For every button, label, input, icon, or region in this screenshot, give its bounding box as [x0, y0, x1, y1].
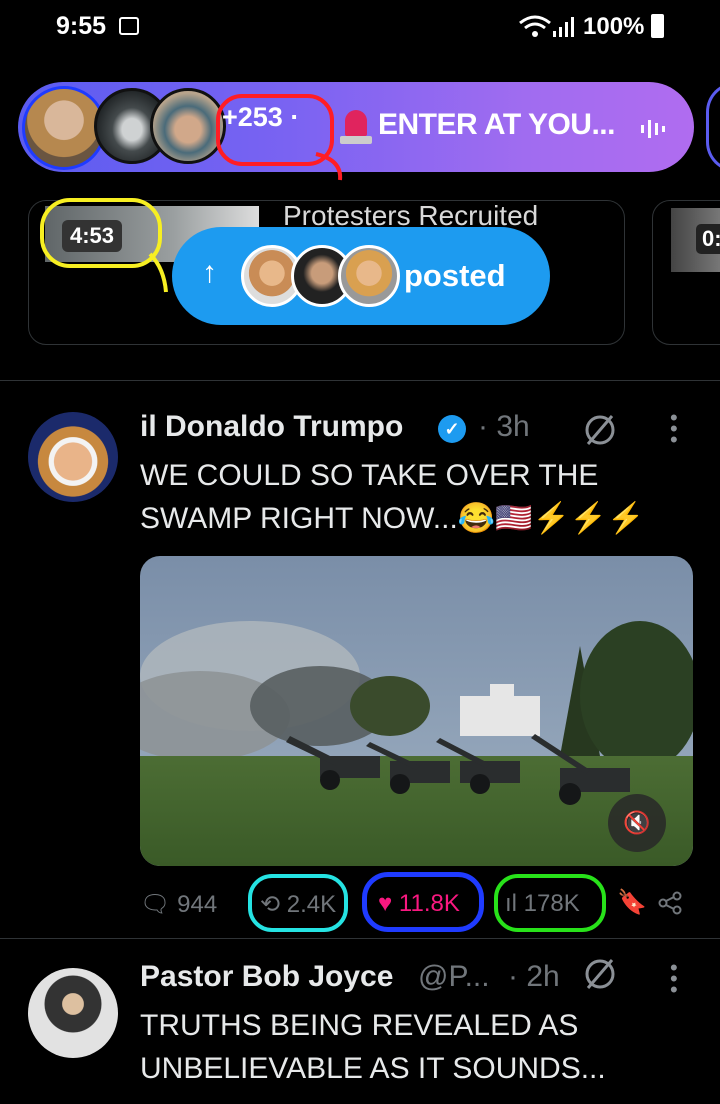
- author-name-2[interactable]: Pastor Bob Joyce: [140, 960, 393, 994]
- duration-annotation: [40, 198, 162, 268]
- tweet-time: · 3h: [478, 410, 530, 443]
- more-options-icon[interactable]: • • •: [670, 407, 678, 451]
- arrow-up-icon: ↑: [202, 256, 217, 289]
- reply-action[interactable]: 🗨 944: [140, 890, 217, 919]
- mute-icon[interactable]: 🔇: [608, 794, 666, 852]
- bookmark-icon[interactable]: 🔖: [617, 888, 647, 917]
- grok-icon-2[interactable]: [582, 956, 618, 992]
- status-time: 9:55: [56, 12, 107, 40]
- red-annotation-tail: [315, 152, 343, 181]
- grok-icon[interactable]: [582, 412, 618, 448]
- status-bar: 9:55 100%: [0, 0, 720, 56]
- share-icon[interactable]: [657, 890, 683, 916]
- author-avatar-2[interactable]: [28, 968, 118, 1058]
- next-space-edge[interactable]: [706, 82, 720, 172]
- siren-icon: [340, 110, 372, 146]
- gallery-icon: [119, 17, 139, 35]
- divider-top: [0, 380, 720, 381]
- repost-annotation: [248, 874, 348, 932]
- verified-badge-icon: ✓: [438, 415, 466, 443]
- wifi-icon: [519, 15, 551, 37]
- listener-count: +253 ·: [222, 102, 300, 132]
- yellow-annotation-tail: [148, 252, 168, 293]
- poster-avatar-3: [338, 245, 400, 307]
- tweet-text-2: TRUTHS BEING REVEALED AS UNBELIEVABLE AS…: [140, 1009, 606, 1085]
- audio-wave-icon: [641, 120, 665, 138]
- author-handle-2: @P...: [418, 960, 490, 993]
- space-title: ENTER AT YOU...: [378, 108, 615, 141]
- battery-icon: [651, 14, 664, 38]
- battery-percent: 100%: [583, 13, 645, 40]
- preview-duration-2: 0:: [696, 224, 720, 254]
- author-avatar[interactable]: [28, 412, 118, 502]
- tweet-time-2: · 2h: [508, 960, 560, 993]
- author-name[interactable]: il Donaldo Trumpo: [140, 410, 403, 444]
- reply-icon: 🗨: [140, 891, 171, 918]
- divider-middle: [0, 938, 720, 939]
- views-annotation: [494, 874, 606, 932]
- like-annotation: [362, 872, 484, 932]
- space-avatar-3: [150, 88, 226, 164]
- more-options-icon-2[interactable]: • • •: [670, 957, 678, 1001]
- posted-label: posted: [404, 258, 506, 293]
- tweet-text: WE COULD SO TAKE OVER THE SWAMP RIGHT NO…: [140, 459, 645, 535]
- signal-icon: [553, 17, 574, 37]
